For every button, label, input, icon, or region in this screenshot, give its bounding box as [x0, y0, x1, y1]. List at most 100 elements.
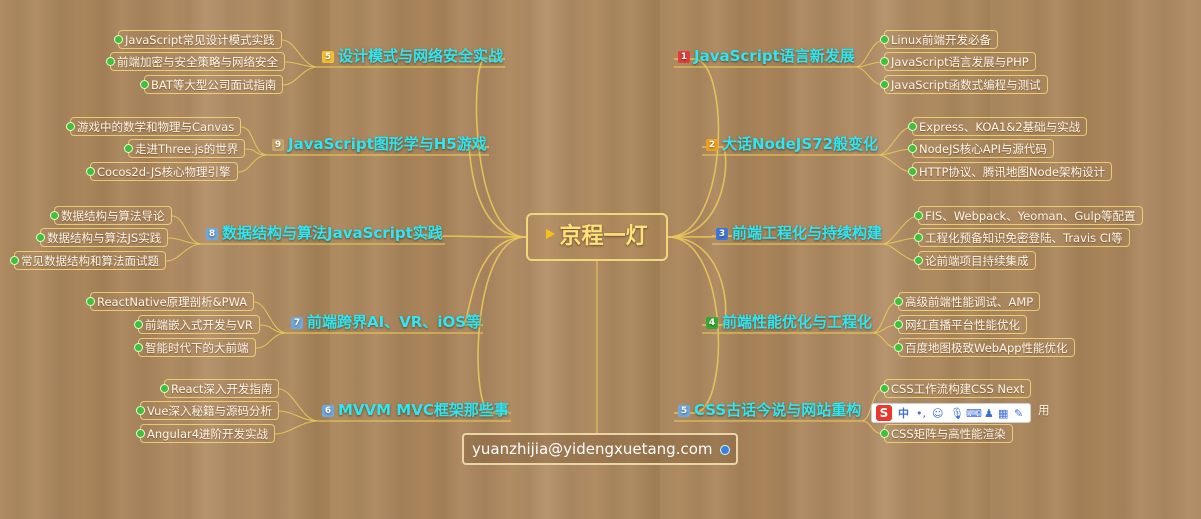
central-topic[interactable]: 京程一灯 — [526, 213, 668, 261]
leaf-topic[interactable]: 工程化预备知识免密登陆、Travis CI等 — [918, 228, 1130, 247]
leaf-topic[interactable]: Angular4进阶开发实战 — [140, 424, 276, 443]
leaf-bullet-icon — [136, 429, 145, 438]
right-branch-4[interactable]: 4 前端性能优化与工程化 — [706, 311, 872, 332]
leaf-bullet-icon — [914, 233, 923, 242]
leaf-label: Linux前端开发必备 — [891, 33, 991, 47]
leaf-label: 工程化预备知识免密登陆、Travis CI等 — [925, 231, 1123, 245]
central-topic-label: 京程一灯 — [559, 224, 648, 249]
left-branch-3[interactable]: 8 数据结构与算法JavaScript实践 — [206, 222, 443, 243]
leaf-topic[interactable]: 数据结构与算法导论 — [54, 206, 172, 225]
leaf-label: React深入开发指南 — [171, 382, 273, 396]
microphone-icon[interactable]: 🎙 — [950, 405, 964, 423]
leaf-label: 论前端项目持续集成 — [925, 254, 1029, 268]
leaf-topic[interactable]: 数据结构与算法JS实践 — [40, 228, 169, 247]
branch-label: JavaScript语言新发展 — [694, 47, 855, 65]
branch-number-badge: 4 — [706, 317, 718, 329]
leaf-label: JavaScript常见设计模式实践 — [125, 33, 275, 47]
wrench-icon[interactable]: ✎ — [1014, 405, 1023, 423]
right-branch-1[interactable]: 1 JavaScript语言新发展 — [678, 45, 855, 66]
leaf-label: CSS矩阵与高性能渲染 — [891, 427, 1006, 441]
leaf-topic[interactable]: CSS工作流构建CSS Next — [884, 379, 1032, 398]
left-branch-5[interactable]: 6 MVVM MVC框架那些事 — [322, 399, 509, 420]
leaf-topic[interactable]: 智能时代下的大前端 — [138, 338, 256, 357]
connector-line — [881, 215, 919, 245]
leaf-bullet-icon — [914, 256, 923, 265]
leaf-topic[interactable]: 常见数据结构和算法面试题 — [14, 251, 166, 270]
leaf-topic[interactable]: 游戏中的数学和物理与Canvas — [70, 117, 242, 136]
left-branch-1[interactable]: 5 设计模式与网络安全实战 — [322, 45, 503, 66]
connector-line — [165, 243, 203, 262]
apps-icon[interactable]: ▦ — [998, 405, 1008, 423]
connector-line — [877, 126, 913, 156]
leaf-topic[interactable]: 前端加密与安全策略与网络安全 — [110, 52, 285, 71]
leaf-topic[interactable]: Linux前端开发必备 — [884, 30, 998, 49]
connector-line — [881, 237, 919, 245]
leaf-label: FIS、Webpack、Yeoman、Gulp等配置 — [925, 209, 1136, 223]
leaf-bullet-icon — [124, 144, 133, 153]
branch-number-badge: 5 — [678, 405, 690, 417]
connector-line — [877, 148, 913, 156]
leaf-label: Cocos2d-JS核心物理引擎 — [97, 165, 231, 179]
branch-label: MVVM MVC框架那些事 — [338, 401, 509, 419]
email-box[interactable]: yuanzhijia@yidengxuetang.com — [462, 433, 738, 465]
connector-line — [881, 243, 919, 262]
leaf-label: BAT等大型公司面试指南 — [151, 78, 277, 92]
right-branch-2[interactable]: 2 大话NodeJS72般变化 — [706, 133, 878, 154]
connector-line — [468, 146, 527, 238]
leaf-bullet-icon — [134, 343, 143, 352]
leaf-label: ReactNative原理剖析&PWA — [97, 295, 248, 309]
leaf-bullet-icon — [114, 35, 123, 44]
emoji-icon[interactable]: ☺ — [932, 405, 943, 423]
leaf-label: 百度地图极致WebApp性能优化 — [905, 341, 1068, 355]
branch-label: 数据结构与算法JavaScript实践 — [222, 224, 443, 242]
leaf-topic[interactable]: 高级前端性能调试、AMP — [898, 292, 1041, 311]
leaf-topic[interactable]: FIS、Webpack、Yeoman、Gulp等配置 — [918, 206, 1143, 225]
leaf-topic[interactable]: JavaScript常见设计模式实践 — [118, 30, 282, 49]
leaf-topic[interactable]: ReactNative原理剖析&PWA — [90, 292, 255, 311]
leaf-bullet-icon — [86, 297, 95, 306]
leaf-topic[interactable]: Express、KOA1&2基础与实战 — [912, 117, 1088, 136]
connector-line — [274, 420, 319, 435]
leaf-label: Angular4进阶开发实战 — [147, 427, 269, 441]
keyboard-icon[interactable]: ⌨ — [966, 405, 982, 423]
connector-line — [171, 215, 203, 245]
leaf-topic[interactable]: JavaScript语言发展与PHP — [884, 52, 1036, 71]
ime-mode-toggle[interactable]: 中 — [898, 405, 909, 423]
branch-label: 前端工程化与持续构建 — [732, 224, 883, 242]
leaf-topic[interactable]: 百度地图极致WebApp性能优化 — [898, 338, 1075, 357]
leaf-bullet-icon — [880, 429, 889, 438]
leaf-topic[interactable]: 用 — [1032, 401, 1056, 420]
left-branch-4[interactable]: 7 前端跨界AI、VR、iOS等 — [291, 311, 481, 332]
skin-icon[interactable]: ♟ — [984, 405, 994, 423]
leaf-label: 用 — [1038, 403, 1050, 417]
leaf-label: 常见数据结构和算法面试题 — [21, 254, 159, 268]
leaf-topic[interactable]: Cocos2d-JS核心物理引擎 — [90, 162, 238, 181]
leaf-bullet-icon — [50, 211, 59, 220]
leaf-topic[interactable]: HTTP协议、腾讯地图Node架构设计 — [912, 162, 1112, 181]
leaf-bullet-icon — [894, 297, 903, 306]
leaf-label: Vue深入秘籍与源码分析 — [147, 404, 272, 418]
left-branch-2[interactable]: 9 JavaScript图形学与H5游戏 — [272, 133, 487, 154]
leaf-topic[interactable]: React深入开发指南 — [164, 379, 280, 398]
leaf-topic[interactable]: 论前端项目持续集成 — [918, 251, 1036, 270]
leaf-topic[interactable]: 前端嵌入式开发与VR — [138, 315, 260, 334]
leaf-bullet-icon — [880, 57, 889, 66]
leaf-topic[interactable]: CSS矩阵与高性能渲染 — [884, 424, 1013, 443]
ime-toolbar[interactable]: S 中 •, ☺ 🎙 ⌨ ♟ ▦ ✎ — [871, 403, 1031, 423]
leaf-topic[interactable]: JavaScript函数式编程与测试 — [884, 75, 1048, 94]
leaf-bullet-icon — [134, 320, 143, 329]
leaf-label: 智能时代下的大前端 — [145, 341, 249, 355]
connector-line — [477, 236, 527, 414]
leaf-bullet-icon — [10, 256, 19, 265]
sogou-logo-icon[interactable]: S — [876, 405, 892, 421]
leaf-topic[interactable]: BAT等大型公司面试指南 — [144, 75, 284, 94]
branch-label: 设计模式与网络安全实战 — [338, 47, 504, 65]
leaf-topic[interactable]: 网红直播平台性能优化 — [898, 315, 1027, 334]
right-branch-5[interactable]: 5 CSS古话今说与网站重构 — [678, 399, 861, 420]
leaf-topic[interactable]: Vue深入秘籍与源码分析 — [140, 401, 279, 420]
leaf-topic[interactable]: NodeJS核心API与源代码 — [912, 139, 1054, 158]
right-branch-3[interactable]: 3 前端工程化与持续构建 — [716, 222, 882, 243]
leaf-topic[interactable]: 走进Three.js的世界 — [128, 139, 246, 158]
branch-number-badge: 7 — [291, 317, 303, 329]
punctuation-icon[interactable]: •, — [916, 405, 926, 423]
